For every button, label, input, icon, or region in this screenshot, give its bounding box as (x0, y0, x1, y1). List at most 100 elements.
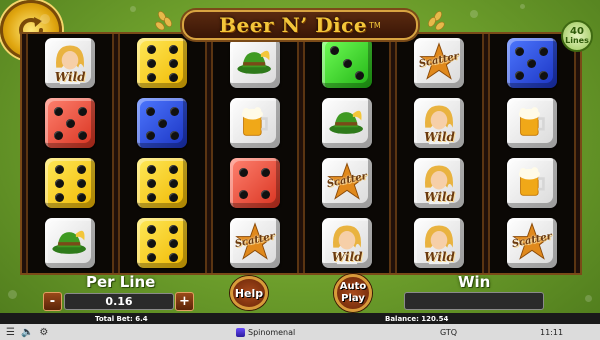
die-pip (239, 167, 249, 177)
hat-symbol (45, 218, 96, 268)
settings-icon[interactable]: ⚙ (39, 327, 48, 338)
bg-bubble (8, 290, 17, 299)
die-pip (168, 192, 178, 202)
wild-symbol: Wild (414, 218, 465, 268)
die-pip (54, 164, 64, 174)
die-body (137, 98, 188, 148)
scatter-symbol: Scatter (506, 218, 557, 268)
die-pip (145, 130, 155, 140)
lines-label: Lines (565, 36, 589, 45)
beer-mug-icon (518, 167, 545, 196)
sound-icon[interactable]: 🔈 (21, 327, 33, 338)
die-pip (330, 46, 340, 55)
brand-logo: Spinomenal (236, 327, 296, 337)
wild-symbol: Wild (414, 98, 465, 148)
symbol-tile: Wild (414, 158, 465, 208)
hat-symbol (322, 98, 373, 148)
red-die-4 (229, 158, 280, 208)
die-pip (76, 164, 86, 174)
symbol-tile: Scatter (322, 158, 373, 208)
die-pip (168, 164, 178, 174)
total-bet: Total Bet: 6.4 (95, 314, 148, 323)
bg-bubble (470, 10, 478, 18)
die-pip (77, 106, 87, 116)
die-pip (168, 72, 178, 82)
reel-grid: Wild Scatter Scatter Wild Scatter Wild Wild Wil… (20, 32, 582, 275)
lines-count: 40 (570, 26, 584, 37)
win-label: Win (458, 273, 491, 291)
reel-2 (118, 34, 207, 273)
symbol-tile (506, 158, 557, 208)
die-pip (54, 178, 64, 188)
decrease-bet-button[interactable]: - (43, 292, 62, 311)
die-pip (65, 118, 75, 128)
die-pip (76, 192, 86, 202)
yellow-die-6 (137, 38, 188, 88)
per-line-value: 0.16 (64, 293, 174, 310)
die-body (45, 98, 96, 148)
balance: Balance: 120.54 (385, 314, 449, 323)
status-bar: Total Bet: 6.4 Balance: 120.54 (0, 313, 600, 324)
die-pip (527, 58, 537, 68)
symbol-tile: Wild (414, 218, 465, 268)
die-pip (355, 71, 365, 80)
bg-bubble (585, 295, 592, 302)
per-line-label: Per Line (86, 273, 156, 291)
scatter-symbol: Scatter (322, 158, 373, 208)
die-pip (53, 130, 63, 140)
die-pip (168, 178, 178, 188)
reel-5: Scatter Wild Wild Wild (395, 34, 484, 273)
trademark-mark: TM (369, 20, 381, 30)
brand-name: Spinomenal (248, 327, 296, 337)
reel-6: Scatter (487, 34, 576, 273)
die-pip (146, 252, 156, 262)
game-title: Beer N’ Dice (219, 13, 368, 37)
increase-bet-button[interactable]: + (175, 292, 194, 311)
yellow-die-6 (137, 218, 188, 268)
scatter-symbol: Scatter (229, 218, 280, 268)
die-pip (239, 189, 249, 199)
scatter-symbol: Scatter (414, 38, 465, 88)
die-pip (146, 44, 156, 54)
die-pip (53, 106, 63, 116)
die-pip (146, 72, 156, 82)
yellow-die-6 (45, 158, 96, 208)
hat-icon (237, 50, 271, 74)
blue-die-5 (506, 38, 557, 88)
reel-4: Scatter Wild (302, 34, 392, 273)
die-pip (515, 70, 525, 80)
symbol-tile: Scatter (229, 218, 280, 268)
symbol-tile: Scatter (414, 38, 465, 88)
hat-icon (329, 110, 364, 134)
symbol-tile: Scatter (506, 218, 557, 268)
auto-play-button[interactable]: Auto Play (334, 274, 372, 312)
die-pip (146, 178, 156, 188)
wild-symbol: Wild (414, 158, 465, 208)
wheat-icon (428, 11, 445, 31)
die-pip (515, 46, 525, 56)
bottom-bar: ☰ 🔈 ⚙ Spinomenal GTQ 11:11 (0, 324, 600, 340)
help-button[interactable]: Help (230, 276, 268, 310)
blue-die-5 (137, 98, 188, 148)
wild-label: Wild (424, 250, 455, 264)
die-pip (169, 106, 179, 116)
die-body (506, 38, 557, 88)
currency: GTQ (440, 327, 458, 337)
die-pip (157, 118, 167, 128)
hat-icon (52, 230, 87, 254)
die-body (322, 38, 373, 88)
menu-icon[interactable]: ☰ (6, 327, 15, 338)
die-pip (146, 58, 156, 68)
beer-symbol (506, 98, 557, 148)
die-pip (146, 192, 156, 202)
die-pip (539, 70, 549, 80)
die-pip (168, 58, 178, 68)
symbol-tile (229, 38, 280, 88)
die-pip (146, 224, 156, 234)
wild-label: Wild (424, 190, 455, 204)
die-pip (76, 178, 86, 188)
symbol-tile (322, 98, 373, 148)
clock: 11:11 (540, 327, 564, 337)
hat-symbol (229, 38, 280, 88)
beer-symbol (229, 98, 280, 148)
